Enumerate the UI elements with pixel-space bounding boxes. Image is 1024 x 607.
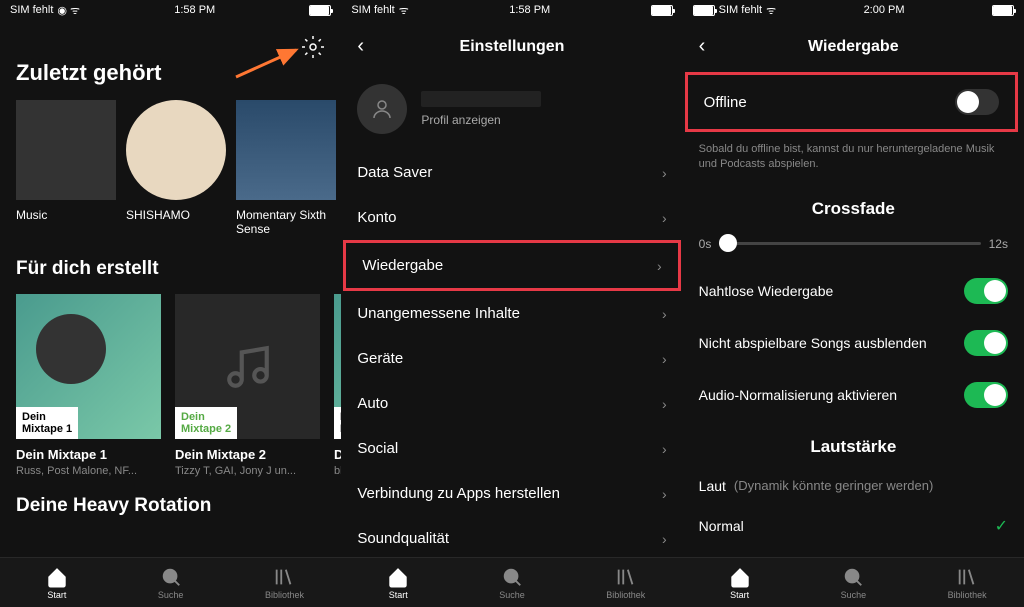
- settings-gear-icon[interactable]: [301, 35, 325, 59]
- playlist-item[interactable]: Dein Mixtape 2 Dein Mixtape 2 Tizzy T, G…: [175, 294, 320, 477]
- profile-row[interactable]: Profil anzeigen: [341, 68, 682, 150]
- volume-title: Lautstärke: [683, 421, 1024, 467]
- made-for-you-title: Für dich erstellt: [0, 236, 341, 294]
- settings-item-data-saver[interactable]: Data Saver›: [341, 150, 682, 195]
- back-button[interactable]: ‹: [357, 35, 364, 58]
- playback-screen: SIM fehltᯤ 2:00 PM ‹ Wiedergabe Offline …: [683, 0, 1024, 607]
- battery-icon: [651, 5, 673, 16]
- chevron-right-icon: ›: [662, 441, 667, 457]
- chevron-right-icon: ›: [662, 165, 667, 181]
- battery-icon: [693, 5, 715, 16]
- tab-home[interactable]: Start: [683, 558, 797, 607]
- settings-item-playback[interactable]: Wiedergabe›: [343, 240, 680, 291]
- offline-toggle[interactable]: [955, 89, 999, 115]
- normalize-toggle[interactable]: [964, 382, 1008, 408]
- hide-unplayable-toggle[interactable]: [964, 330, 1008, 356]
- checkmark-icon: ✓: [995, 516, 1008, 536]
- sim-status: SIM fehlt: [10, 4, 53, 16]
- playback-title: Wiedergabe: [808, 38, 899, 56]
- album-item[interactable]: Music: [16, 100, 116, 236]
- chevron-right-icon: ›: [662, 396, 667, 412]
- wifi-icon: ᯤ: [766, 3, 776, 18]
- gapless-toggle-row: Nahtlose Wiedergabe: [683, 265, 1024, 317]
- settings-screen: SIM fehltᯤ 1:58 PM ‹ Einstellungen Profi…: [341, 0, 682, 607]
- gapless-toggle[interactable]: [964, 278, 1008, 304]
- album-item[interactable]: Momentary Sixth Sense: [236, 100, 336, 236]
- settings-list: Data Saver› Konto› Wiedergabe› Unangemes…: [341, 150, 682, 557]
- heavy-rotation-title: Deine Heavy Rotation: [0, 477, 341, 531]
- back-button[interactable]: ‹: [699, 35, 706, 58]
- tab-search[interactable]: Suche: [796, 558, 910, 607]
- tab-bar: Start Suche Bibliothek Start Suche Bibli…: [0, 557, 1024, 607]
- tab-search[interactable]: Suche: [114, 558, 228, 607]
- crossfade-title: Crossfade: [683, 183, 1024, 229]
- tab-search[interactable]: Suche: [455, 558, 569, 607]
- settings-item-explicit[interactable]: Unangemessene Inhalte›: [341, 291, 682, 336]
- chevron-right-icon: ›: [662, 351, 667, 367]
- status-bar: SIM fehlt ◉ ᯤ 1:58 PM: [0, 0, 341, 20]
- tab-library[interactable]: Bibliothek: [569, 558, 683, 607]
- settings-item-social[interactable]: Social›: [341, 426, 682, 471]
- settings-item-car[interactable]: Auto›: [341, 381, 682, 426]
- profile-link: Profil anzeigen: [421, 113, 666, 127]
- chevron-right-icon: ›: [662, 306, 667, 322]
- clock: 1:58 PM: [509, 4, 550, 16]
- home-screen: SIM fehlt ◉ ᯤ 1:58 PM Zuletzt gehört Mus…: [0, 0, 341, 607]
- chevron-right-icon: ›: [662, 210, 667, 226]
- clock: 1:58 PM: [174, 4, 215, 16]
- offline-help: Sobald du offline bist, kannst du nur he…: [683, 136, 1024, 183]
- profile-name-redacted: [421, 91, 541, 107]
- recently-played-row: Music SHISHAMO Momentary Sixth Sense: [0, 100, 341, 236]
- status-bar: SIM fehltᯤ 1:58 PM: [341, 0, 682, 20]
- avatar-icon: [357, 84, 407, 134]
- chevron-right-icon: ›: [657, 258, 662, 274]
- volume-normal[interactable]: Normal✓: [683, 505, 1024, 547]
- settings-item-quality[interactable]: Soundqualität›: [341, 516, 682, 557]
- hide-unplayable-toggle-row: Nicht abspielbare Songs ausblenden: [683, 317, 1024, 369]
- offline-label: Offline: [704, 94, 747, 111]
- offline-toggle-row: Offline: [685, 72, 1018, 132]
- tab-library[interactable]: Bibliothek: [910, 558, 1024, 607]
- normalize-toggle-row: Audio-Normalisierung aktivieren: [683, 369, 1024, 421]
- wifi-icon: ◉ ᯤ: [57, 3, 80, 18]
- settings-item-apps[interactable]: Verbindung zu Apps herstellen›: [341, 471, 682, 516]
- battery-icon: [309, 5, 331, 16]
- settings-item-devices[interactable]: Geräte›: [341, 336, 682, 381]
- tab-home[interactable]: Start: [0, 558, 114, 607]
- status-bar: SIM fehltᯤ 2:00 PM: [683, 0, 1024, 20]
- album-item[interactable]: SHISHAMO: [126, 100, 226, 236]
- playlist-item[interactable]: D M Dein blacl: [334, 294, 341, 477]
- chevron-right-icon: ›: [662, 486, 667, 502]
- crossfade-slider-row: 0s 12s: [683, 229, 1024, 265]
- tab-home[interactable]: Start: [341, 558, 455, 607]
- recently-played-title: Zuletzt gehört: [0, 50, 341, 100]
- settings-item-account[interactable]: Konto›: [341, 195, 682, 240]
- playlist-item[interactable]: Dein Mixtape 1 Dein Mixtape 1 Russ, Post…: [16, 294, 161, 477]
- wifi-icon: ᯤ: [399, 3, 409, 18]
- playlist-row: Dein Mixtape 1 Dein Mixtape 1 Russ, Post…: [0, 294, 341, 477]
- clock: 2:00 PM: [864, 4, 905, 16]
- chevron-right-icon: ›: [662, 531, 667, 547]
- settings-title: Einstellungen: [460, 38, 565, 56]
- volume-loud[interactable]: Laut(Dynamik könnte geringer werden): [683, 467, 1024, 505]
- crossfade-slider[interactable]: [719, 242, 980, 245]
- battery-icon: [992, 5, 1014, 16]
- tab-library[interactable]: Bibliothek: [228, 558, 342, 607]
